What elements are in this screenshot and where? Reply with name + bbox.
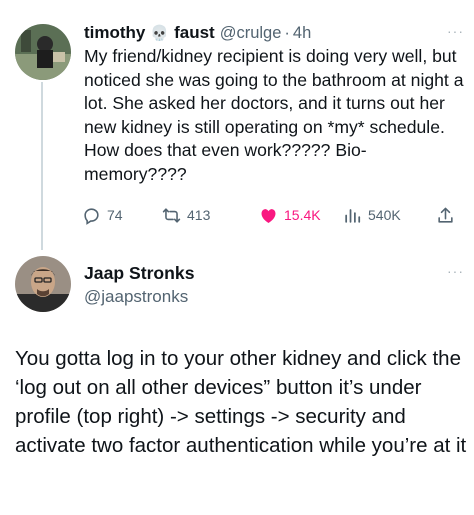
retweet-button[interactable]: 413 xyxy=(162,203,210,227)
tweet-header: timothy 💀 faust @crulge · 4h xyxy=(84,22,466,44)
avatar[interactable] xyxy=(15,24,71,80)
avatar[interactable] xyxy=(15,256,71,312)
retweet-count: 413 xyxy=(187,207,211,223)
views-icon xyxy=(345,208,361,223)
tweet-text: My friend/kidney recipient is doing very… xyxy=(84,46,464,184)
reply-button[interactable]: 74 xyxy=(82,203,123,227)
like-button[interactable]: 15.4K xyxy=(259,203,321,227)
reply-tweet-header[interactable]: Jaap Stronks @jaapstronks ··· xyxy=(84,262,466,308)
skull-emoji: 💀 xyxy=(150,24,170,42)
thread-line xyxy=(41,82,43,250)
author-handle[interactable]: @jaapstronks xyxy=(84,286,466,308)
more-icon[interactable]: ··· xyxy=(447,264,464,278)
tweet-actions: 74 413 15.4K 540K xyxy=(80,203,468,227)
share-button[interactable] xyxy=(436,203,461,227)
timestamp[interactable]: 4h xyxy=(293,22,311,44)
author-name[interactable]: Jaap Stronks xyxy=(84,262,466,284)
retweet-icon xyxy=(162,207,181,223)
share-icon xyxy=(438,207,453,223)
reply-tweet-text: You gotta log in to your other kidney an… xyxy=(15,347,467,457)
reply-count: 74 xyxy=(107,207,123,223)
author-handle[interactable]: @crulge xyxy=(220,22,282,44)
heart-icon xyxy=(261,208,276,223)
original-tweet[interactable]: timothy 💀 faust @crulge · 4h ··· My frie… xyxy=(84,22,466,186)
reply-icon xyxy=(84,207,99,225)
like-count: 15.4K xyxy=(284,207,321,223)
author-name[interactable]: timothy xyxy=(84,22,145,44)
author-name-suffix[interactable]: faust xyxy=(174,22,215,44)
views-button[interactable]: 540K xyxy=(343,203,401,227)
views-count: 540K xyxy=(368,207,401,223)
separator-dot: · xyxy=(284,24,290,42)
more-icon[interactable]: ··· xyxy=(447,24,464,38)
